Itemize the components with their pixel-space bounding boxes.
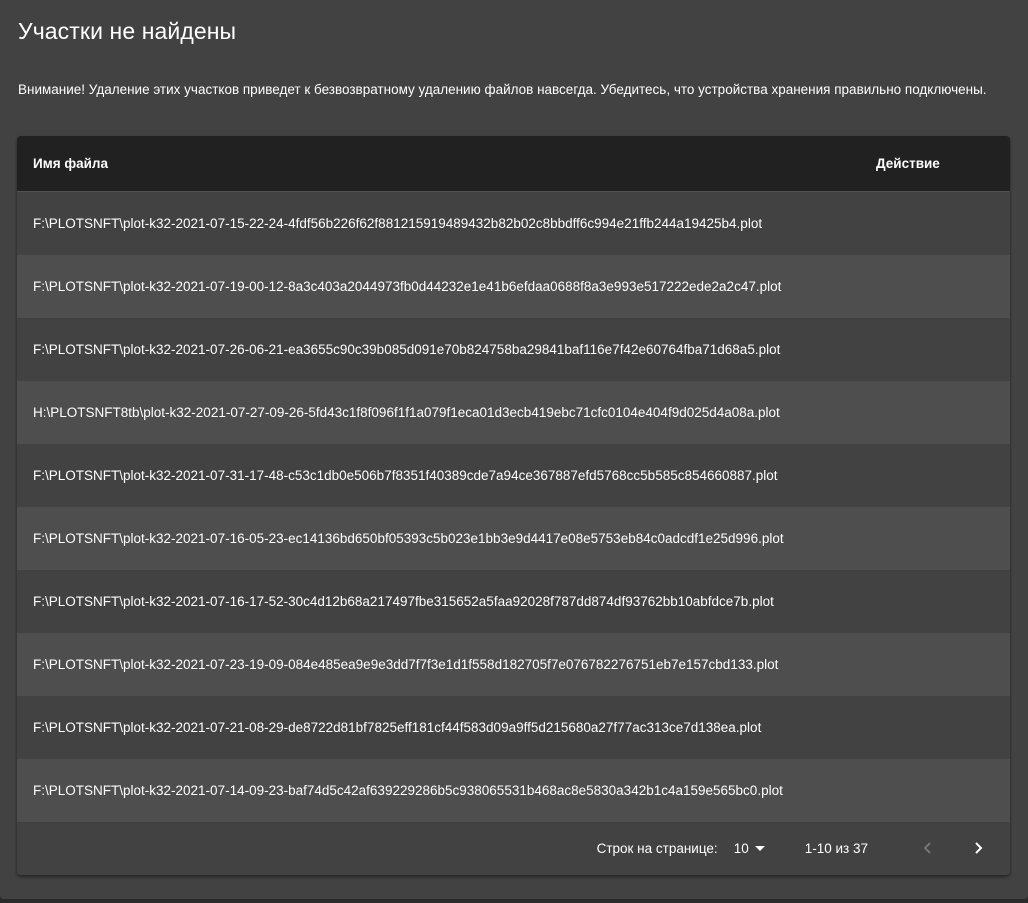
caret-down-icon (754, 845, 765, 851)
rows-per-page-label: Строк на странице: (596, 840, 718, 856)
plot-file-name: F:\PLOTSNFT\plot-k32-2021-07-23-19-09-08… (33, 657, 779, 672)
previous-page-button[interactable] (908, 828, 948, 868)
plot-file-name: H:\PLOTSNFT8tb\plot-k32-2021-07-27-09-26… (33, 405, 780, 420)
dialog-title: Участки не найдены (18, 18, 237, 44)
table-row: F:\PLOTSNFT\plot-k32-2021-07-23-19-09-08… (17, 633, 1010, 696)
table-row: F:\PLOTSNFT\plot-k32-2021-07-16-17-52-30… (17, 570, 1010, 633)
table-row: F:\PLOTSNFT\plot-k32-2021-07-15-22-24-4f… (17, 192, 1010, 255)
warning-text: Внимание! Удаление этих участков приведе… (18, 82, 987, 97)
plot-file-name: F:\PLOTSNFT\plot-k32-2021-07-16-05-23-ec… (33, 531, 784, 546)
column-header-action: Действие (876, 156, 940, 171)
table-row: F:\PLOTSNFT\plot-k32-2021-07-31-17-48-c5… (17, 444, 1010, 507)
plot-file-name: F:\PLOTSNFT\plot-k32-2021-07-26-06-21-ea… (33, 342, 781, 357)
plot-file-name: F:\PLOTSNFT\plot-k32-2021-07-21-08-29-de… (33, 720, 762, 735)
plot-file-name: F:\PLOTSNFT\plot-k32-2021-07-14-09-23-ba… (33, 783, 783, 798)
plots-table: Имя файла Действие F:\PLOTSNFT\plot-k32-… (17, 136, 1010, 875)
rows-per-page-select[interactable]: 10 (734, 841, 765, 856)
missing-plots-dialog: Участки не найдены Внимание! Удаление эт… (0, 0, 1028, 899)
table-row: H:\PLOTSNFT8tb\plot-k32-2021-07-27-09-26… (17, 381, 1010, 444)
plot-file-name: F:\PLOTSNFT\plot-k32-2021-07-19-00-12-8a… (33, 279, 782, 294)
page-range: 1-10 из 37 (804, 840, 868, 856)
table-row: F:\PLOTSNFT\plot-k32-2021-07-14-09-23-ba… (17, 759, 1010, 822)
column-header-file[interactable]: Имя файла (17, 156, 876, 171)
chevron-left-icon (923, 842, 931, 854)
pagination: Строк на странице: 10 1-10 из 37 (17, 822, 1010, 874)
table-row: F:\PLOTSNFT\plot-k32-2021-07-26-06-21-ea… (17, 318, 1010, 381)
table-body: F:\PLOTSNFT\plot-k32-2021-07-15-22-24-4f… (17, 192, 1010, 822)
rows-per-page-value: 10 (733, 840, 749, 856)
plot-file-name: F:\PLOTSNFT\plot-k32-2021-07-31-17-48-c5… (33, 468, 778, 483)
plot-file-name: F:\PLOTSNFT\plot-k32-2021-07-16-17-52-30… (33, 594, 774, 609)
table-header: Имя файла Действие (17, 136, 1010, 192)
table-row: F:\PLOTSNFT\plot-k32-2021-07-19-00-12-8a… (17, 255, 1010, 318)
next-page-button[interactable] (958, 828, 998, 868)
plot-file-name: F:\PLOTSNFT\plot-k32-2021-07-15-22-24-4f… (33, 216, 763, 231)
chevron-right-icon (975, 842, 983, 854)
table-row: F:\PLOTSNFT\plot-k32-2021-07-16-05-23-ec… (17, 507, 1010, 570)
table-row: F:\PLOTSNFT\plot-k32-2021-07-21-08-29-de… (17, 696, 1010, 759)
